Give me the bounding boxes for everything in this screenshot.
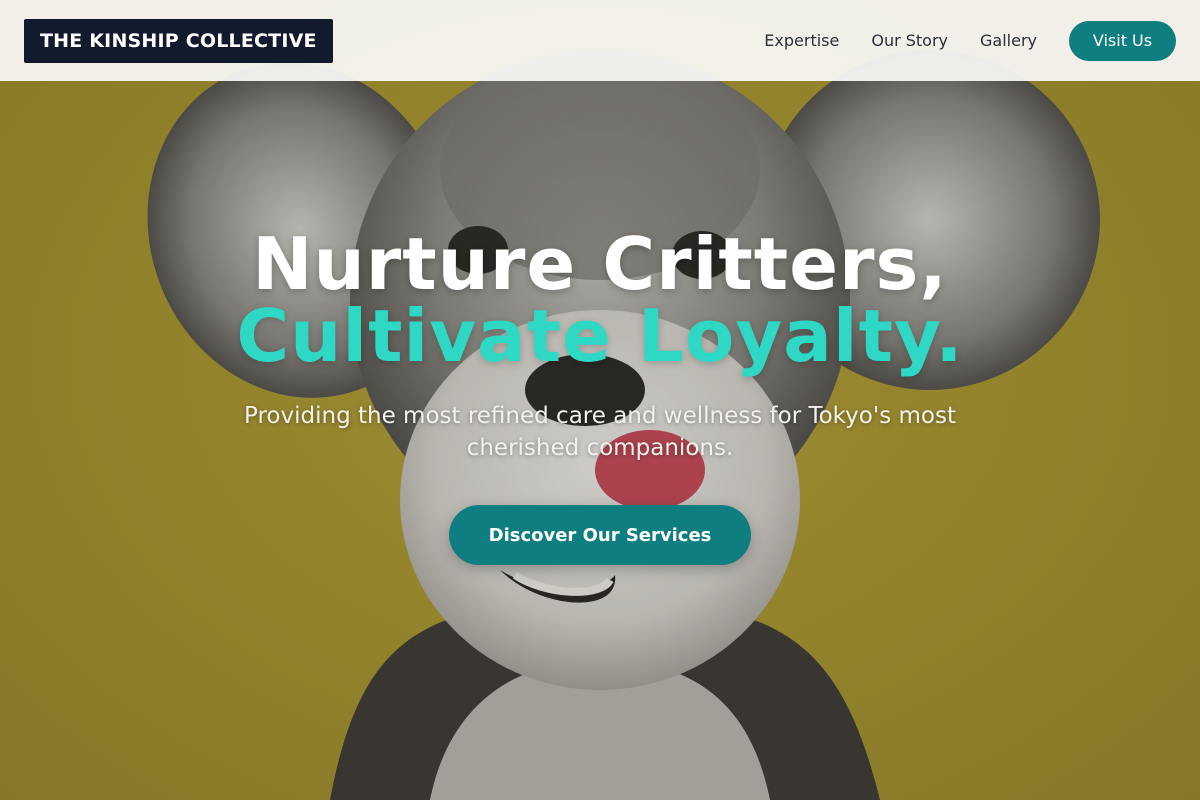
brand-logo[interactable]: THE KINSHIP COLLECTIVE (24, 18, 333, 63)
nav-link-gallery[interactable]: Gallery (980, 31, 1037, 50)
headline-line-2: Cultivate Loyalty. (236, 294, 964, 378)
headline-line-1: Nurture Critters, (252, 222, 948, 306)
visit-us-button[interactable]: Visit Us (1069, 20, 1176, 61)
hero-content: Nurture Critters, Cultivate Loyalty. Pro… (0, 228, 1200, 565)
nav-link-our-story[interactable]: Our Story (871, 31, 948, 50)
hero-headline: Nurture Critters, Cultivate Loyalty. (0, 228, 1200, 372)
site-header: THE KINSHIP COLLECTIVE Expertise Our Sto… (0, 0, 1200, 81)
main-nav: Expertise Our Story Gallery Visit Us (764, 20, 1176, 61)
hero-subtitle: Providing the most refined care and well… (244, 403, 956, 461)
discover-services-button[interactable]: Discover Our Services (449, 505, 751, 565)
nav-link-expertise[interactable]: Expertise (764, 31, 839, 50)
